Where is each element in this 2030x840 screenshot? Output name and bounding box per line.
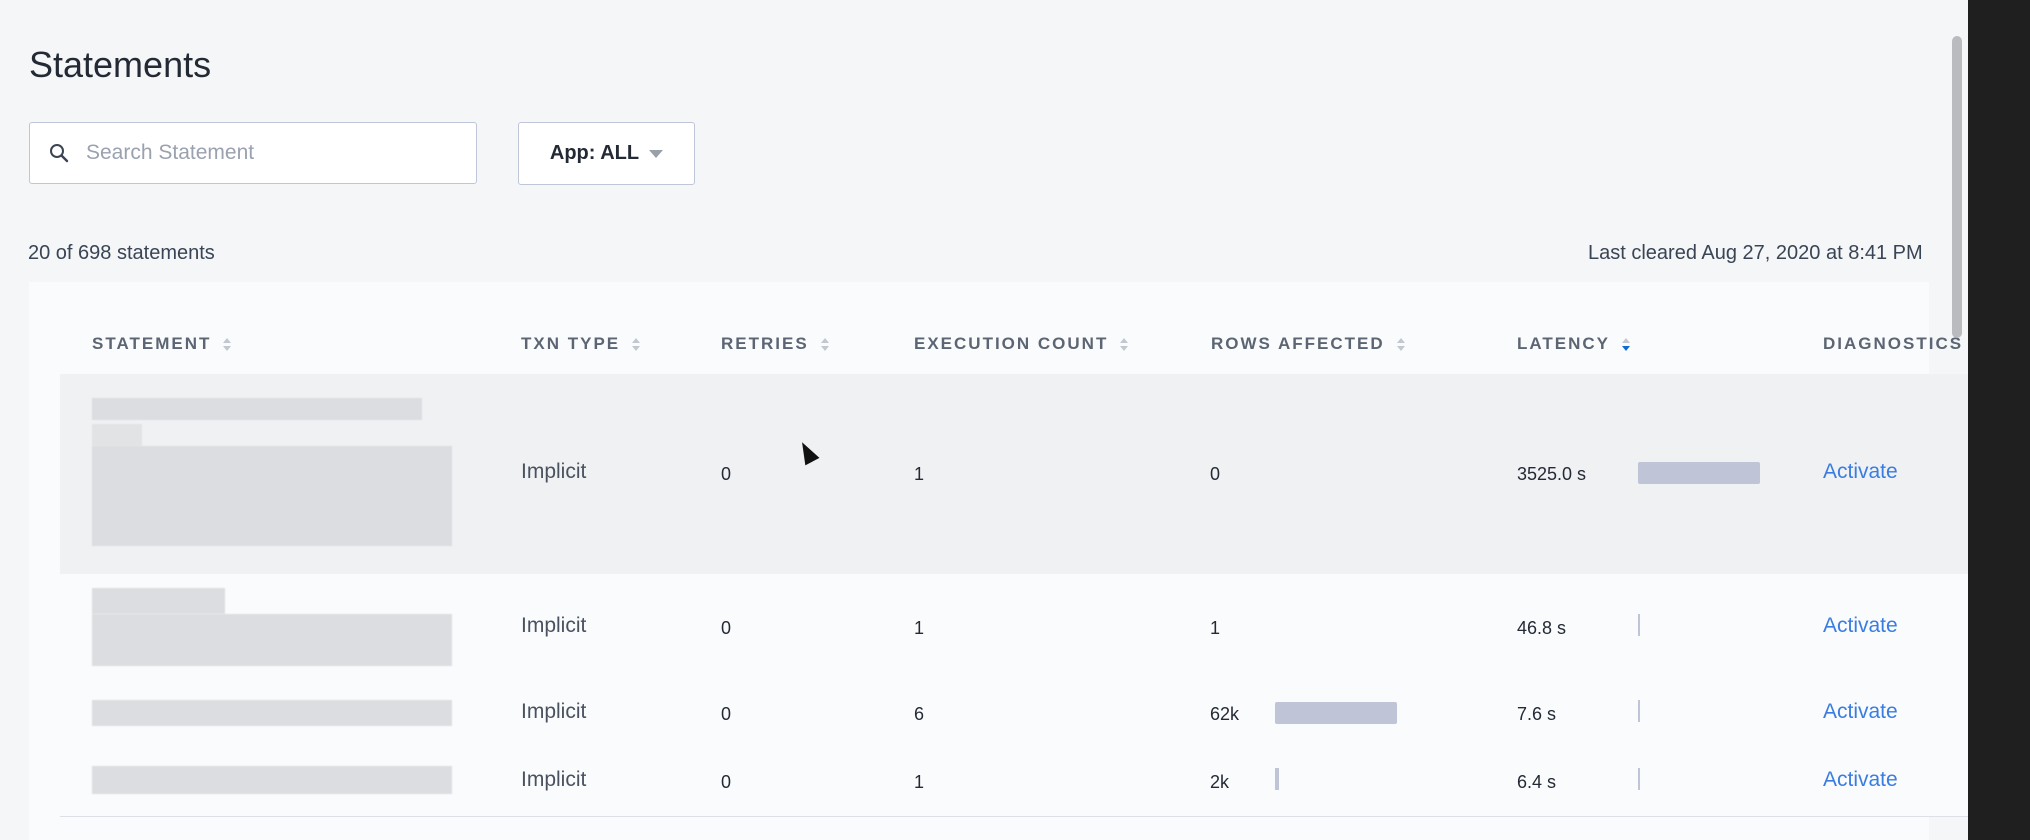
latency-bar xyxy=(1638,768,1640,790)
statement-text-redacted xyxy=(92,446,452,546)
column-header-label: TXN TYPE xyxy=(521,334,621,353)
retries: 0 xyxy=(721,772,732,792)
statement-text-redacted xyxy=(92,424,142,446)
sort-icon xyxy=(1120,337,1129,351)
table-row[interactable]: Implicit 0 1 2k 6.4 s Activate xyxy=(60,746,1968,817)
rows-affected: 1 xyxy=(1210,618,1221,638)
statement-count: 20 of 698 statements xyxy=(28,242,215,264)
sort-icon xyxy=(1396,337,1405,351)
sort-icon xyxy=(820,337,829,351)
column-header-label: STATEMENT xyxy=(92,334,212,353)
column-header-txn-type[interactable]: TXN TYPE xyxy=(521,334,641,354)
last-cleared: Last cleared Aug 27, 2020 at 8:41 PM xyxy=(1588,242,1923,264)
table-row[interactable]: Implicit 0 1 0 3525.0 s Activate xyxy=(60,374,1968,575)
retries: 0 xyxy=(721,618,732,638)
rows-affected-bar xyxy=(1275,768,1279,790)
column-header-execution-count[interactable]: EXECUTION COUNT xyxy=(914,334,1129,354)
retries: 0 xyxy=(721,464,732,484)
table-row[interactable]: Implicit 0 1 1 46.8 s Activate xyxy=(60,574,1968,677)
column-header-label: RETRIES xyxy=(721,334,809,353)
column-header-latency[interactable]: LATENCY xyxy=(1517,334,1631,354)
latency: 3525.0 s xyxy=(1517,464,1587,484)
search-box[interactable] xyxy=(29,122,477,184)
statement-text-redacted[interactable] xyxy=(92,766,452,794)
sort-icon xyxy=(223,337,232,351)
activate-diagnostics-link[interactable]: Activate xyxy=(1823,614,1898,638)
execution-count: 1 xyxy=(914,464,925,484)
column-header-label: ROWS AFFECTED xyxy=(1211,334,1385,353)
rows-affected-bar xyxy=(1275,702,1397,724)
statement-text-redacted[interactable] xyxy=(92,398,422,420)
column-header-label: DIAGNOSTICS xyxy=(1823,334,1964,353)
txn-type: Implicit xyxy=(521,460,587,483)
column-header-retries[interactable]: RETRIES xyxy=(721,334,829,354)
page-title: Statements xyxy=(29,44,212,85)
execution-count: 1 xyxy=(914,618,925,638)
search-icon xyxy=(48,142,70,164)
activate-diagnostics-link[interactable]: Activate xyxy=(1823,768,1898,792)
activate-diagnostics-link[interactable]: Activate xyxy=(1823,460,1898,484)
column-header-diagnostics: DIAGNOSTICS xyxy=(1823,334,1963,354)
search-input[interactable] xyxy=(84,140,448,166)
window-edge xyxy=(1968,0,2030,840)
latency: 7.6 s xyxy=(1517,704,1557,724)
sort-icon xyxy=(1622,337,1631,351)
app-filter-label: App: ALL xyxy=(549,142,640,164)
latency-bar xyxy=(1638,614,1640,636)
latency-bar xyxy=(1638,462,1760,484)
column-header-label: LATENCY xyxy=(1517,334,1611,353)
sort-icon xyxy=(632,337,641,351)
rows-affected: 0 xyxy=(1210,464,1221,484)
table-row[interactable]: Implicit 0 6 62k 7.6 s Activate xyxy=(60,676,1968,747)
retries: 0 xyxy=(721,704,732,724)
vertical-scrollbar[interactable] xyxy=(1952,36,1962,338)
txn-type: Implicit xyxy=(521,768,587,791)
caret-down-icon xyxy=(649,149,664,158)
column-header-rows-affected[interactable]: ROWS AFFECTED xyxy=(1211,334,1405,354)
rows-affected: 62k xyxy=(1210,704,1240,724)
statement-text-redacted[interactable] xyxy=(92,588,225,614)
rows-affected: 2k xyxy=(1210,772,1230,792)
statement-text-redacted[interactable] xyxy=(92,700,452,726)
statement-text-redacted xyxy=(92,614,452,666)
txn-type: Implicit xyxy=(521,700,587,723)
activate-diagnostics-link[interactable]: Activate xyxy=(1823,700,1898,724)
statements-page: Statements App: ALL 20 of 698 statements… xyxy=(0,0,1968,840)
latency: 6.4 s xyxy=(1517,772,1557,792)
column-header-statement[interactable]: STATEMENT xyxy=(92,334,232,354)
app-filter-dropdown[interactable]: App: ALL xyxy=(518,122,695,185)
execution-count: 1 xyxy=(914,772,925,792)
latency-bar xyxy=(1638,700,1640,722)
txn-type: Implicit xyxy=(521,614,587,637)
execution-count: 6 xyxy=(914,704,925,724)
column-header-label: EXECUTION COUNT xyxy=(914,334,1109,353)
latency: 46.8 s xyxy=(1517,618,1567,638)
